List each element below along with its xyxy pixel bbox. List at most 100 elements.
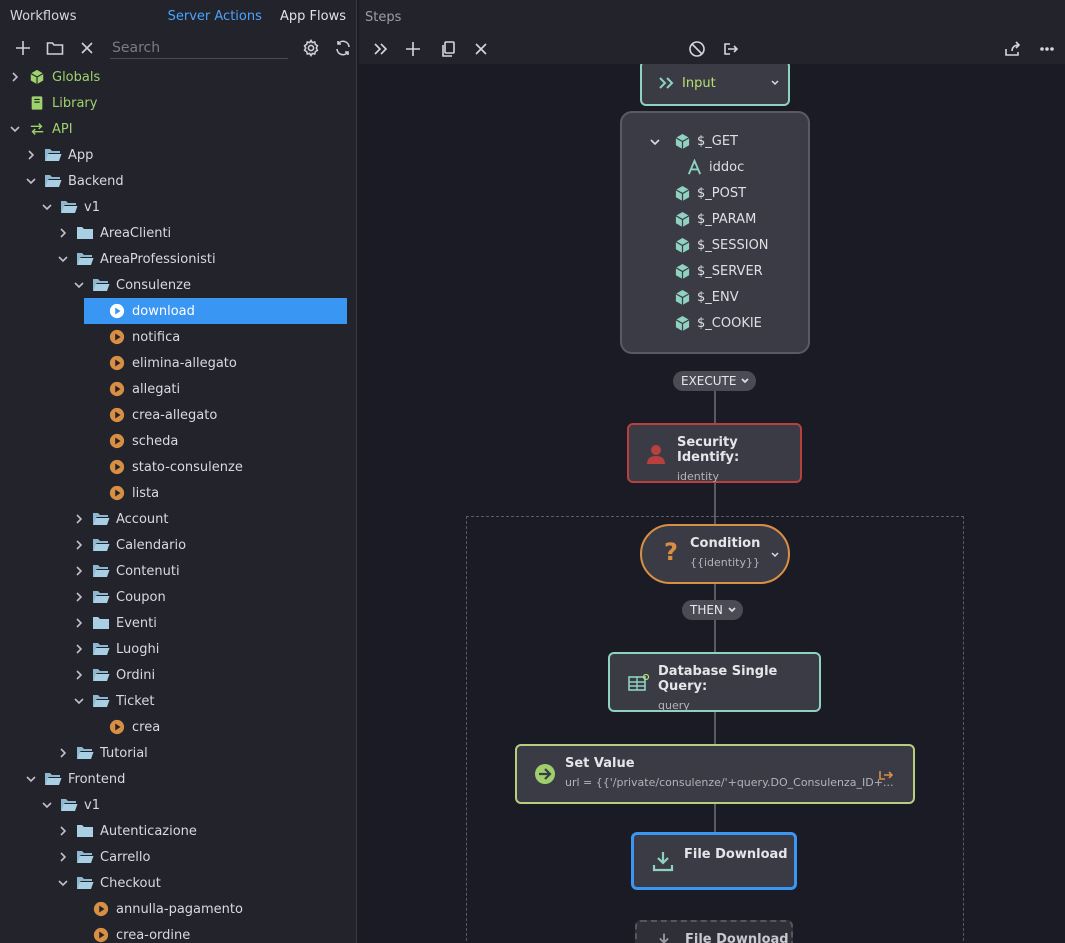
chevron-right-icon[interactable] [72, 512, 86, 526]
chevron-right-icon[interactable] [72, 590, 86, 604]
new-folder-icon[interactable] [46, 38, 64, 58]
chevron-right-icon[interactable] [8, 70, 22, 84]
chevron-right-icon[interactable] [72, 642, 86, 656]
tab-server-actions[interactable]: Server Actions [168, 9, 262, 24]
gear-icon[interactable] [302, 38, 320, 58]
tree-item[interactable]: allegati [0, 376, 356, 402]
tree-item[interactable]: download [84, 298, 347, 324]
chevron-down-icon[interactable] [24, 174, 38, 188]
security-identify-node[interactable]: Security Identify: identity [627, 423, 802, 483]
tree-item[interactable]: Carrello [0, 844, 356, 870]
add-icon[interactable] [14, 38, 32, 58]
input-param-item[interactable]: $_SESSION [674, 237, 769, 254]
input-param-item[interactable]: $_PARAM [674, 211, 756, 228]
tree-item[interactable]: Library [0, 90, 356, 116]
delete-step-icon[interactable] [471, 39, 491, 59]
chevron-right-icon[interactable] [56, 746, 70, 760]
tree-item[interactable]: crea-allegato [0, 402, 356, 428]
chevron-right-icon[interactable] [72, 538, 86, 552]
tree-item[interactable]: Checkout [0, 870, 356, 896]
tree-item[interactable]: Eventi [0, 610, 356, 636]
set-value-node[interactable]: Set Value url = {{'/private/consulenze/'… [515, 744, 915, 804]
tree-item[interactable]: Backend [0, 168, 356, 194]
input-param-item[interactable]: $_SERVER [674, 263, 763, 280]
input-param-item[interactable]: $_POST [674, 185, 746, 202]
play-icon [92, 927, 110, 943]
tree-item[interactable]: Coupon [0, 584, 356, 610]
tree-item[interactable]: Globals [0, 64, 356, 90]
tree-item[interactable]: Calendario [0, 532, 356, 558]
chevron-down-icon[interactable] [770, 550, 780, 560]
chevron-right-icon[interactable] [56, 850, 70, 864]
chevron-down-icon[interactable] [649, 136, 667, 152]
tree-item[interactable]: scheda [0, 428, 356, 454]
tree-item[interactable]: Consulenze [0, 272, 356, 298]
chevron-down-icon[interactable] [8, 122, 22, 136]
more-icon[interactable] [1037, 39, 1057, 59]
refresh-icon[interactable] [334, 38, 352, 58]
tree-item[interactable]: Ticket [0, 688, 356, 714]
execute-pill[interactable]: EXECUTE [673, 371, 757, 391]
chevron-down-icon[interactable] [56, 252, 70, 266]
add-step-icon[interactable] [403, 39, 423, 59]
chevron-right-icon[interactable] [24, 148, 38, 162]
execute-label: EXECUTE [681, 374, 737, 388]
copy-icon[interactable] [438, 39, 458, 59]
tree-item[interactable]: crea-ordine [0, 922, 356, 943]
input-param-item[interactable]: $_GET [650, 133, 738, 150]
tree-item[interactable]: Tutorial [0, 740, 356, 766]
database-query-node[interactable]: Database Single Query: query [608, 652, 821, 712]
tree-item[interactable]: AreaProfessionisti [0, 246, 356, 272]
chevron-down-icon[interactable] [24, 772, 38, 786]
tree-item[interactable]: stato-consulenze [0, 454, 356, 480]
tree-item[interactable]: v1 [0, 792, 356, 818]
tab-app-flows[interactable]: App Flows [280, 9, 346, 24]
export-step-icon[interactable] [721, 39, 741, 59]
input-param-item[interactable]: $_ENV [674, 289, 739, 306]
chevron-right-icon[interactable] [72, 668, 86, 682]
tree-item[interactable]: elimina-allegato [0, 350, 356, 376]
tree-item[interactable]: Autenticazione [0, 818, 356, 844]
share-icon[interactable] [1002, 39, 1022, 59]
tree-item[interactable]: Ordini [0, 662, 356, 688]
disable-icon[interactable] [687, 39, 707, 59]
chevron-right-icon[interactable] [56, 226, 70, 240]
tree-item[interactable]: crea [0, 714, 356, 740]
close-icon[interactable] [78, 38, 96, 58]
expand-all-icon[interactable] [370, 39, 390, 59]
chevron-down-icon[interactable] [72, 694, 86, 708]
chevron-down-icon[interactable] [72, 278, 86, 292]
tree-item[interactable]: Luoghi [0, 636, 356, 662]
chevron-right-icon[interactable] [72, 564, 86, 578]
tree-item[interactable]: App [0, 142, 356, 168]
tree-item[interactable]: lista [0, 480, 356, 506]
tree-item[interactable]: notifica [0, 324, 356, 350]
tree-item[interactable]: Contenuti [0, 558, 356, 584]
chevron-right-icon[interactable] [72, 616, 86, 630]
security-identify-sub: identity [677, 470, 719, 483]
chevron-down-icon[interactable] [56, 876, 70, 890]
condition-node[interactable]: ? Condition {{identity}} [640, 524, 790, 584]
tree-item[interactable]: Frontend [0, 766, 356, 792]
chevron-down-icon[interactable] [770, 78, 780, 88]
tree-item[interactable]: Account [0, 506, 356, 532]
search-input[interactable] [110, 37, 288, 59]
tree-item[interactable]: v1 [0, 194, 356, 220]
tree-item[interactable]: annulla-pagamento [0, 896, 356, 922]
folder-open-icon [92, 563, 110, 579]
tree-item[interactable]: API [0, 116, 356, 142]
input-node[interactable]: Input [640, 64, 790, 106]
chevron-down-icon[interactable] [40, 798, 54, 812]
file-download-ghost-node[interactable]: File Download [635, 920, 793, 943]
tree-item[interactable]: AreaClienti [0, 220, 356, 246]
user-icon [647, 445, 665, 464]
set-value-title: Set Value [565, 756, 635, 771]
input-param-item[interactable]: $_COOKIE [674, 315, 762, 332]
then-pill[interactable]: THEN [682, 600, 743, 620]
chevron-right-icon[interactable] [56, 824, 70, 838]
input-param-item[interactable]: iddoc [686, 159, 744, 176]
chevron-down-icon[interactable] [40, 200, 54, 214]
file-download-node[interactable]: File Download [631, 832, 797, 890]
set-value-sub: url = {{'/private/consulenze/'+query.DO_… [565, 776, 894, 789]
